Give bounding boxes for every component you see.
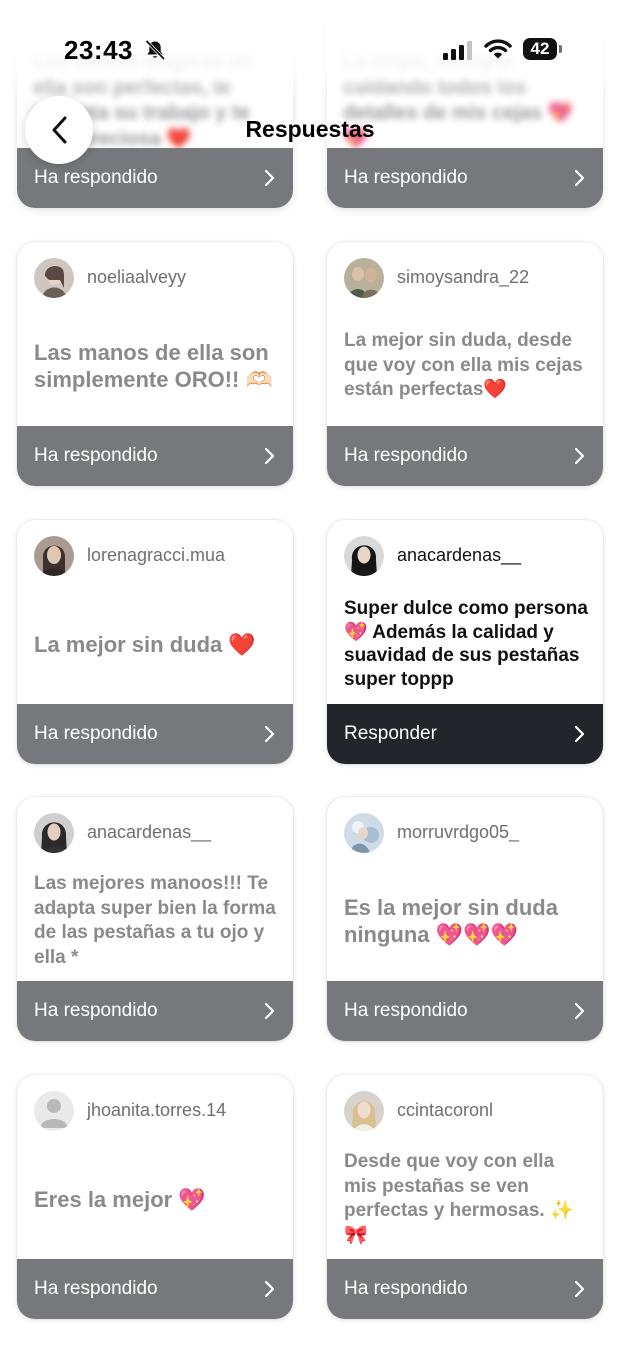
response-message: Super dulce como persona💖 Además la cali… [344,598,588,690]
default-avatar-icon [34,1091,74,1131]
username: anacardenas__ [87,822,212,842]
footer-label: Ha respondido [344,1000,468,1021]
username: lorenagracci.mua [87,545,226,565]
replied-footer[interactable]: Ha respondido [327,1259,603,1319]
page-title: Respuestas [245,116,375,142]
chevron-right-icon [574,725,585,743]
responses-screen: Las manos mágicas de ella son perfectas,… [0,0,620,1348]
response-message: Las mejores manoos!!! Te adapta super bi… [34,873,276,968]
peek-footer-label: Ha respondido [344,167,468,188]
chevron-right-icon [264,1002,275,1020]
avatar [344,1091,384,1131]
avatar [34,1091,74,1131]
response-message: La mejor sin duda ❤️ [34,631,256,657]
status-bar: 23:43 42 [0,0,620,96]
avatar [344,258,384,298]
replied-footer[interactable]: Ha respondido [327,981,603,1041]
footer-label: Ha respondido [344,1278,468,1299]
chevron-right-icon [264,447,275,465]
username: anacardenas__ [397,545,522,565]
avatar [34,258,74,298]
response-card-pending[interactable]: anacardenas__ Super dulce como persona💖 … [327,520,603,764]
response-message: Eres la mejor 💖 [34,1186,206,1212]
response-message: Desde que voy con ella mis pestañas se v… [344,1151,574,1246]
response-card[interactable]: jhoanita.torres.14 Eres la mejor 💖 Ha re… [17,1075,293,1319]
avatar [344,536,384,576]
chevron-right-icon [264,1280,275,1298]
footer-label: Ha respondido [34,1000,158,1021]
response-card[interactable]: ccintacoronl Desde que voy con ella mis … [327,1075,603,1319]
response-message: Es la mejor sin duda ninguna 💖💖💖 [344,895,558,947]
username: noeliaalveyy [87,267,187,287]
username: morruvrdgo05_ [397,822,520,842]
status-time: 23:43 [64,35,133,65]
footer-label: Ha respondido [34,445,158,466]
chevron-right-icon [264,725,275,743]
response-card[interactable]: lorenagracci.mua La mejor sin duda ❤️ Ha… [17,520,293,764]
chevron-right-icon [574,447,585,465]
battery-icon: 42 [523,38,557,60]
replied-footer[interactable]: Ha respondido [17,1259,293,1319]
chevron-right-icon [264,169,275,187]
response-card[interactable]: noeliaalveyy Las manos de ella son simpl… [17,242,293,486]
footer-label: Ha respondido [344,445,468,466]
replied-footer[interactable]: Ha respondido [17,704,293,764]
signal-icon [443,41,472,60]
chevron-right-icon [574,169,585,187]
wifi-icon [484,39,512,59]
response-message: La mejor sin duda, desde que voy con ell… [344,330,583,401]
replied-footer[interactable]: Ha respondido [17,981,293,1041]
chevron-right-icon [574,1280,585,1298]
response-message: Las manos de ella son simplemente ORO!! … [34,340,273,392]
response-card[interactable]: simoysandra_22 La mejor sin duda, desde … [327,242,603,486]
response-card[interactable]: morruvrdgo05_ Es la mejor sin duda ningu… [327,797,603,1041]
respond-footer[interactable]: Responder [327,704,603,764]
footer-label: Ha respondido [34,1278,158,1299]
replied-footer[interactable]: Ha respondido [327,426,603,486]
avatar [344,813,384,853]
replied-footer[interactable]: Ha respondido [17,426,293,486]
avatar [34,536,74,576]
peek-footer-label: Ha respondido [34,167,158,188]
chevron-right-icon [574,1002,585,1020]
peek-footer[interactable]: Ha respondido [327,148,603,208]
battery-tip [559,45,562,53]
avatar [34,813,74,853]
response-card[interactable]: anacardenas__ Las mejores manoos!!! Te a… [17,797,293,1041]
username: ccintacoronl [397,1100,494,1120]
footer-label: Ha respondido [34,723,158,744]
username: jhoanita.torres.14 [87,1100,227,1120]
bell-slash-icon [145,40,165,60]
footer-label: Responder [344,723,437,744]
username: simoysandra_22 [397,267,530,287]
